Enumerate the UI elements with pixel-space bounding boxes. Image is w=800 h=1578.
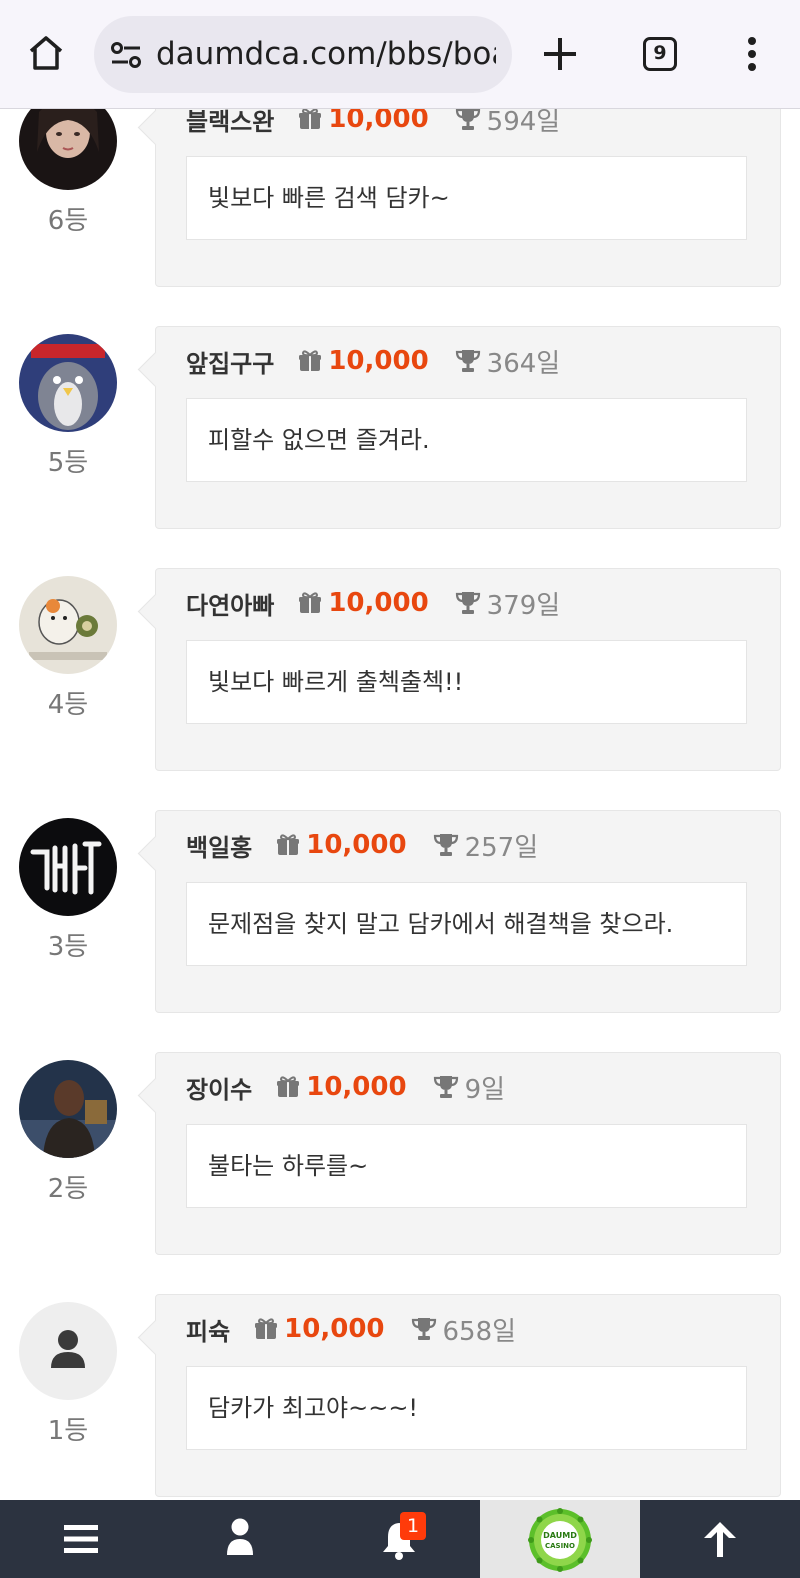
hamburger-icon (64, 1525, 98, 1553)
ranking-row: 2등 장이수 10,000 9일불타는 하루를~ (0, 1052, 800, 1266)
trophy-icon (411, 1318, 436, 1340)
ranking-row: 3등 백일홍 10,000 257일문제점을 찾지 말고 담카에서 해결책을 찾으라. (0, 810, 800, 1024)
address-bar[interactable]: daumdca.com/bbs/board (94, 16, 512, 93)
ranking-row: 5등 앞집구구 10,000 364일피할수 없으면 즐겨라. (0, 326, 800, 540)
site-settings-icon[interactable] (110, 40, 142, 70)
trophy-icon (455, 108, 480, 130)
comment-meta: 앞집구구 10,000 364일 (186, 341, 560, 381)
url-text[interactable]: daumdca.com/bbs/board (156, 34, 496, 74)
rank-label: 1등 (47, 1416, 89, 1446)
bottom-nav: 1 DAUMD CASINO (0, 1500, 800, 1578)
nickname[interactable]: 앞집구구 (186, 344, 274, 379)
points: 10,000 (284, 1314, 385, 1344)
comment-message: 불타는 하루를~ (186, 1124, 747, 1208)
attendance-days: 379일 (486, 590, 561, 621)
daumd-casino-logo: DAUMD CASINO (528, 1508, 592, 1572)
trophy-icon (433, 834, 458, 856)
comment-message: 담카가 최고야~~~! (186, 1366, 747, 1450)
points: 10,000 (306, 1072, 407, 1102)
avatar[interactable] (19, 818, 117, 916)
ranking-row: 6등 블랙스완 10,000 594일 빛보다 빠른 검색 담카~ (0, 84, 800, 298)
gift-icon (277, 834, 300, 855)
rank-label: 3등 (47, 932, 89, 962)
home-logo-button[interactable]: DAUMD CASINO (480, 1500, 640, 1578)
comment-message: 문제점을 찾지 말고 담카에서 해결책을 찾으라. (186, 882, 747, 966)
comment-meta: 백일홍 10,000 257일 (186, 825, 538, 865)
comment-card: 장이수 10,000 9일불타는 하루를~ (155, 1052, 781, 1255)
trophy-icon (433, 1076, 458, 1098)
ranking-row: 1등 피슉 10,000 658일담카가 최고야~~~! (0, 1294, 800, 1508)
ranking-row: 4등 다연아빠 10,000 379일빛보다 빠르게 출첵출첵!! (0, 568, 800, 782)
more-menu-icon[interactable] (746, 36, 758, 72)
comment-card: 백일홍 10,000 257일문제점을 찾지 말고 담카에서 해결책을 찾으라. (155, 810, 781, 1013)
nickname[interactable]: 피슉 (186, 1312, 230, 1347)
comment-card: 다연아빠 10,000 379일빛보다 빠르게 출첵출첵!! (155, 568, 781, 771)
gift-icon (277, 1076, 300, 1097)
gift-icon (299, 592, 322, 613)
comment-message: 빛보다 빠르게 출첵출첵!! (186, 640, 747, 724)
comment-meta: 장이수 10,000 9일 (186, 1067, 505, 1107)
comment-meta: 피슉 10,000 658일 (186, 1309, 516, 1349)
gift-icon (255, 1318, 278, 1339)
rank-label: 4등 (47, 690, 89, 720)
comment-card: 블랙스완 10,000 594일 빛보다 빠른 검색 담카~ (155, 84, 781, 287)
comment-card: 앞집구구 10,000 364일피할수 없으면 즐겨라. (155, 326, 781, 529)
attendance-days: 257일 (464, 832, 539, 863)
comment-card: 피슉 10,000 658일담카가 최고야~~~! (155, 1294, 781, 1497)
scroll-top-button[interactable] (640, 1500, 800, 1578)
tab-switcher-button[interactable]: 9 (643, 37, 677, 71)
notifications-button[interactable] (320, 1500, 480, 1578)
points: 10,000 (328, 346, 429, 376)
comment-message: 빛보다 빠른 검색 담카~ (186, 156, 747, 240)
comment-message: 피할수 없으면 즐겨라. (186, 398, 747, 482)
home-icon[interactable] (26, 33, 66, 73)
rank-label: 2등 (47, 1174, 89, 1204)
nickname[interactable]: 장이수 (186, 1070, 252, 1105)
comment-meta: 다연아빠 10,000 379일 (186, 583, 560, 623)
gift-icon (299, 108, 322, 129)
points: 10,000 (328, 588, 429, 618)
gift-icon (299, 350, 322, 371)
points: 10,000 (306, 830, 407, 860)
attendance-days: 658일 (442, 1316, 517, 1347)
new-tab-icon[interactable] (542, 36, 578, 72)
attendance-days: 9일 (464, 1074, 506, 1105)
nickname[interactable]: 백일홍 (186, 828, 252, 863)
trophy-icon (455, 592, 480, 614)
menu-button[interactable] (0, 1500, 160, 1578)
logo-text-bottom: CASINO (545, 1542, 575, 1550)
nickname[interactable]: 다연아빠 (186, 586, 274, 621)
avatar[interactable] (19, 334, 117, 432)
attendance-days: 364일 (486, 348, 561, 379)
rank-label: 6등 (47, 206, 89, 236)
avatar[interactable] (19, 576, 117, 674)
browser-toolbar: daumdca.com/bbs/board 9 (0, 0, 800, 109)
trophy-icon (455, 350, 480, 372)
logo-text-top: DAUMD (543, 1531, 577, 1540)
avatar[interactable] (19, 1060, 117, 1158)
avatar[interactable] (19, 1302, 117, 1400)
arrow-up-icon (704, 1522, 736, 1557)
user-icon (227, 1518, 253, 1555)
notification-badge: 1 (400, 1512, 426, 1540)
rank-label: 5등 (47, 448, 89, 478)
profile-button[interactable] (160, 1500, 320, 1578)
